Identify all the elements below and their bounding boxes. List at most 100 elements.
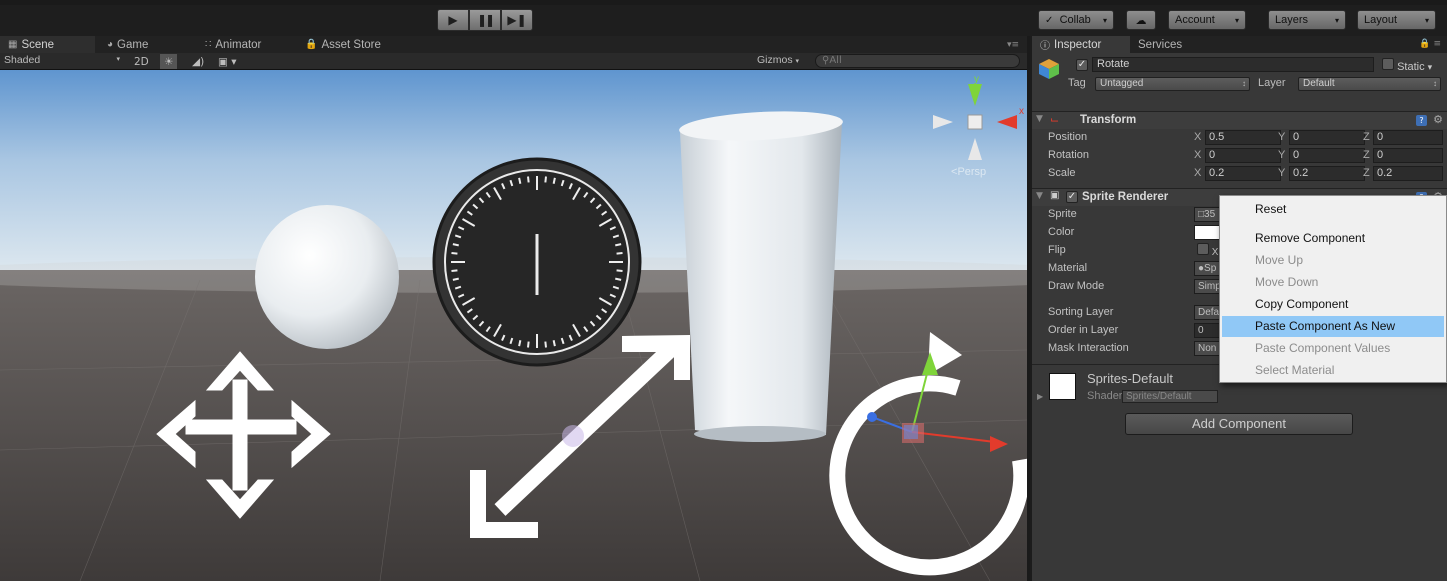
dropdown-arrow-icon: ▾: [1427, 62, 1433, 72]
cloud-icon: ☁: [1135, 14, 1147, 27]
collab-button[interactable]: ✓ Collab ▾: [1038, 10, 1114, 30]
scale-x-field[interactable]: 0.2: [1205, 166, 1281, 181]
2d-label: 2D: [134, 55, 149, 68]
search-placeholder: All: [829, 55, 842, 66]
clock-tick: [615, 243, 622, 247]
clock-tick: [452, 277, 459, 281]
shader-label: Shader: [1087, 390, 1123, 402]
scale-y-field[interactable]: 0.2: [1289, 166, 1365, 181]
foldout-arrow-icon[interactable]: ▼: [1036, 191, 1043, 201]
menu-item-paste-component-as-new[interactable]: Paste Component As New: [1222, 316, 1444, 337]
clock-sprite[interactable]: [432, 157, 642, 367]
layout-dropdown[interactable]: Layout ▾: [1357, 10, 1436, 30]
menu-item-copy-component[interactable]: Copy Component: [1222, 294, 1444, 315]
lock-panel-icon[interactable]: 🔒 ≡: [1419, 39, 1441, 49]
foldout-arrow-icon[interactable]: ▶: [1037, 392, 1043, 401]
scale-z-field[interactable]: 0.2: [1373, 166, 1443, 181]
shading-mode-dropdown[interactable]: Shaded ▾: [4, 54, 124, 69]
tab-label: Scene: [21, 38, 55, 51]
lock-icon: 🔒: [305, 39, 318, 50]
shader-dropdown[interactable]: Sprites/Default: [1122, 390, 1218, 403]
tab-scene[interactable]: ▦ Scene: [0, 36, 95, 53]
gear-icon[interactable]: ⚙: [1433, 113, 1443, 126]
menu-item-move-down[interactable]: Move Down: [1222, 272, 1444, 293]
tab-inspector[interactable]: ⓘ Inspector: [1032, 36, 1130, 53]
rotation-row: Rotation X 0 Y 0 Z 0: [1032, 147, 1447, 165]
transform-header[interactable]: ▼ ⌙ Transform ? ⚙: [1032, 111, 1447, 129]
rotation-y-field[interactable]: 0: [1289, 148, 1365, 163]
layers-dropdown[interactable]: Layers ▾: [1268, 10, 1346, 30]
layer-dropdown[interactable]: Default: [1298, 77, 1441, 91]
speaker-icon: ◢): [192, 55, 205, 68]
menu-item-paste-component-values[interactable]: Paste Component Values: [1222, 338, 1444, 359]
draw-mode-label: Draw Mode: [1048, 280, 1105, 292]
transform-properties: Position X 0.5 Y 0 Z 0 Rotation X 0 Y 0 …: [1032, 129, 1447, 183]
scene-search-input[interactable]: ⚲All: [815, 54, 1020, 68]
tab-asset-store[interactable]: 🔒 Asset Store: [297, 36, 407, 53]
flip-label: Flip: [1048, 244, 1066, 256]
clock-tick: [518, 177, 522, 184]
tag-dropdown[interactable]: Untagged: [1095, 77, 1250, 91]
menu-item-move-up[interactable]: Move Up: [1222, 250, 1444, 271]
layers-label: Layers: [1275, 14, 1309, 26]
clock-tick: [518, 340, 522, 347]
material-swatch: [1049, 373, 1076, 400]
menu-item-remove-component[interactable]: Remove Component: [1222, 228, 1444, 249]
gameobject-header: ✓ Rotate Static ▾ Tag Untagged Layer Def…: [1032, 53, 1447, 93]
position-row: Position X 0.5 Y 0 Z 0: [1032, 129, 1447, 147]
menu-item-reset[interactable]: Reset: [1222, 199, 1444, 220]
gameobject-name-field[interactable]: Rotate: [1092, 57, 1374, 72]
tab-label: Animator: [215, 38, 262, 51]
rotation-label: Rotation: [1048, 149, 1089, 161]
collab-label: Collab: [1059, 14, 1091, 26]
static-toggle[interactable]: Static ▾: [1382, 58, 1432, 73]
sprite-renderer-enabled-checkbox[interactable]: ✓: [1066, 191, 1078, 203]
position-z-field[interactable]: 0: [1373, 130, 1443, 145]
account-dropdown[interactable]: Account ▾: [1168, 10, 1246, 30]
add-component-button[interactable]: Add Component: [1125, 413, 1353, 435]
foldout-arrow-icon[interactable]: ▼: [1036, 114, 1043, 124]
rotation-x-field[interactable]: 0: [1205, 148, 1281, 163]
pacman-icon: ◕: [107, 39, 114, 50]
tab-services[interactable]: Services: [1130, 36, 1210, 53]
y-label: Y: [1278, 131, 1286, 143]
clock-tick: [544, 341, 547, 348]
tag-label: Tag: [1068, 77, 1086, 89]
sphere-object[interactable]: [255, 205, 399, 349]
effects-dropdown[interactable]: ▣ ▾: [214, 54, 241, 69]
position-y-field[interactable]: 0: [1289, 130, 1365, 145]
position-x-field[interactable]: 0.5: [1205, 130, 1281, 145]
clock-tick: [552, 177, 556, 184]
scale-label: Scale: [1048, 167, 1076, 179]
info-icon: ⓘ: [1040, 41, 1050, 52]
active-checkbox[interactable]: ✓: [1076, 59, 1088, 71]
help-icon[interactable]: ?: [1416, 115, 1427, 126]
menu-item-select-material[interactable]: Select Material: [1222, 360, 1444, 381]
tab-animator[interactable]: ∷ Animator: [195, 36, 297, 53]
layout-label: Layout: [1364, 14, 1398, 26]
rotation-z-field[interactable]: 0: [1373, 148, 1443, 163]
sprite-label: Sprite: [1048, 208, 1077, 220]
flip-x-label: X: [1211, 247, 1219, 258]
scene-view-toolbar: Shaded ▾ 2D ☀ ◢) ▣ ▾ Gizmos ▾ ⚲All: [0, 53, 1027, 70]
cloud-button[interactable]: ☁: [1126, 10, 1156, 30]
pause-button[interactable]: ❚❚: [469, 9, 501, 31]
tab-game[interactable]: ◕ Game: [95, 36, 195, 53]
x-label: X: [1194, 167, 1202, 179]
play-button[interactable]: ▶: [437, 9, 469, 31]
persp-label[interactable]: <Persp: [951, 166, 986, 178]
gizmos-dropdown[interactable]: Gizmos ▾: [757, 54, 799, 66]
scene-viewport[interactable]: y x <Persp: [0, 70, 1027, 581]
panel-options-icon[interactable]: ▾≡: [1007, 40, 1019, 50]
2d-toggle[interactable]: 2D: [130, 54, 153, 69]
main-toolbar: ▶ ❚❚ ▶❚ ✓ Collab ▾ ☁ Account ▾ Layers ▾ …: [0, 5, 1447, 36]
sprite-renderer-title: Sprite Renderer: [1082, 191, 1169, 203]
audio-toggle[interactable]: ◢): [188, 54, 208, 69]
cylinder-object[interactable]: [678, 108, 843, 442]
step-button[interactable]: ▶❚: [501, 9, 533, 31]
lighting-toggle[interactable]: ☀: [160, 54, 178, 69]
static-checkbox[interactable]: [1382, 58, 1394, 70]
flip-x-checkbox[interactable]: [1197, 243, 1209, 255]
shading-mode-label: Shaded: [4, 54, 41, 66]
grid-icon: ▦: [8, 39, 18, 50]
